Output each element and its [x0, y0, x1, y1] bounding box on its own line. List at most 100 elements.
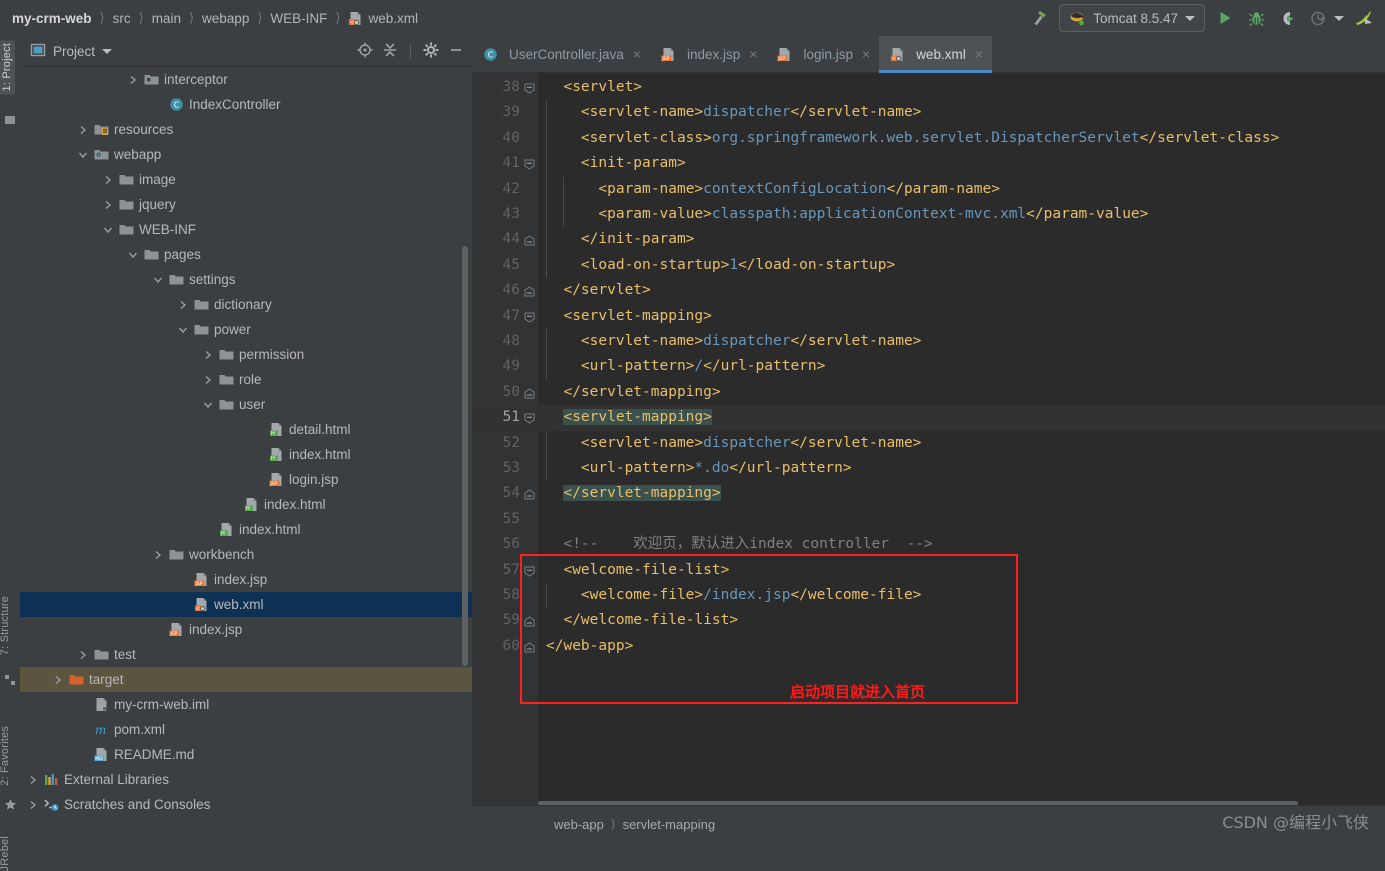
editor-breadcrumb-servletmapping[interactable]: servlet-mapping — [623, 817, 716, 832]
code-line[interactable]: <welcome-file-list> — [546, 558, 729, 583]
chevron-right-icon[interactable] — [52, 674, 64, 686]
tool-window-jrebel[interactable]: JRebel — [0, 836, 11, 871]
tree-node-power[interactable]: power — [20, 317, 472, 342]
close-icon[interactable]: × — [633, 47, 641, 61]
breadcrumb-item-webapp[interactable]: webapp — [198, 11, 253, 26]
run-with-coverage-button[interactable] — [1276, 7, 1298, 29]
code-viewport[interactable]: 38 <servlet> 39 <servlet-name>dispatcher<… — [472, 73, 1385, 807]
tree-node-index-html[interactable]: Hindex.html — [20, 517, 472, 542]
code-line[interactable]: <param-name>contextConfigLocation</param… — [546, 177, 1000, 202]
tree-node-my-crm-web-iml[interactable]: my-crm-web.iml — [20, 692, 472, 717]
project-structure-icon[interactable] — [4, 114, 16, 126]
code-line[interactable]: </welcome-file-list> — [546, 608, 738, 633]
tree-node-index-jsp[interactable]: JSP index.jsp — [20, 617, 472, 642]
locate-icon[interactable] — [357, 42, 373, 61]
code-line[interactable]: <load-on-startup>1</load-on-startup> — [546, 253, 895, 278]
tree-node-webapp[interactable]: webapp — [20, 142, 472, 167]
code-line[interactable]: <welcome-file>/index.jsp</welcome-file> — [546, 583, 921, 608]
fold-collapse-icon[interactable] — [524, 82, 535, 94]
chevron-right-icon[interactable] — [102, 199, 114, 211]
code-line[interactable]: </servlet> — [546, 278, 650, 303]
code-line[interactable]: <servlet> — [546, 75, 642, 100]
tree-node-detail-html[interactable]: Hdetail.html — [20, 417, 472, 442]
build-hammer-icon[interactable] — [1028, 7, 1050, 29]
fold-end-icon[interactable] — [524, 641, 535, 653]
fold-end-icon[interactable] — [524, 285, 535, 297]
tree-node-dictionary[interactable]: dictionary — [20, 292, 472, 317]
code-line[interactable]: <url-pattern>*.do</url-pattern> — [546, 456, 852, 481]
project-panel-title[interactable]: Project — [30, 42, 113, 61]
profile-chevron-down-icon[interactable] — [1334, 15, 1344, 21]
code-line[interactable]: </servlet-mapping> — [546, 481, 721, 506]
chevron-right-icon[interactable] — [27, 774, 39, 786]
editor-tab-index-jsp[interactable]: JSP index.jsp × — [650, 36, 766, 72]
tree-node-settings[interactable]: settings — [20, 267, 472, 292]
tree-node-jquery[interactable]: jquery — [20, 192, 472, 217]
tree-node-permission[interactable]: permission — [20, 342, 472, 367]
code-line[interactable]: <!-- 欢迎页，默认进入index controller --> — [546, 532, 932, 557]
tree-node-web-inf[interactable]: WEB-INF — [20, 217, 472, 242]
project-tree[interactable]: interceptor C IndexController resources weba… — [20, 67, 472, 843]
chevron-down-icon[interactable] — [177, 324, 189, 336]
chevron-down-icon[interactable] — [102, 48, 113, 54]
tool-window-structure[interactable]: 7: Structure — [0, 596, 11, 655]
tree-node-resources[interactable]: resources — [20, 117, 472, 142]
run-button[interactable] — [1214, 7, 1236, 29]
chevron-down-icon[interactable] — [152, 274, 164, 286]
breadcrumb-item-main[interactable]: main — [148, 11, 185, 26]
code-line[interactable]: <param-value>classpath:applicationContex… — [546, 202, 1148, 227]
chevron-right-icon[interactable] — [177, 299, 189, 311]
code-line[interactable]: </servlet-mapping> — [546, 380, 720, 405]
breadcrumb-item-webinf[interactable]: WEB-INF — [266, 11, 331, 26]
code-line[interactable]: <init-param> — [546, 151, 686, 176]
tree-node-indexcontroller[interactable]: C IndexController — [20, 92, 472, 117]
collapse-all-icon[interactable] — [382, 42, 398, 61]
tree-node-interceptor[interactable]: interceptor — [20, 67, 472, 92]
tree-node-scratches-and-consoles[interactable]: Scratches and Consoles — [20, 792, 472, 817]
code-line[interactable]: </init-param> — [546, 227, 695, 252]
code-line[interactable]: <servlet-mapping> — [546, 405, 712, 430]
editor-tab-bar[interactable]: C UserController.java × JSP index.jsp × JSP log… — [472, 36, 1385, 73]
tree-node-image[interactable]: image — [20, 167, 472, 192]
breadcrumb-item-project[interactable]: my-crm-web — [8, 11, 96, 26]
jrebel-run-icon[interactable] — [1353, 7, 1375, 29]
tree-node-index-html[interactable]: Hindex.html — [20, 492, 472, 517]
breadcrumb-item-webxml[interactable]: < web.xml — [344, 11, 422, 26]
editor-tab-web-xml[interactable]: < web.xml × — [879, 36, 992, 73]
chevron-right-icon[interactable] — [27, 799, 39, 811]
chevron-down-icon[interactable] — [77, 149, 89, 161]
chevron-down-icon[interactable] — [202, 399, 214, 411]
tree-node-test[interactable]: test — [20, 642, 472, 667]
tree-node-index-html[interactable]: Hindex.html — [20, 442, 472, 467]
tree-node-readme-md[interactable]: MD README.md — [20, 742, 472, 767]
code-line[interactable]: <servlet-name>dispatcher</servlet-name> — [546, 100, 921, 125]
fold-end-icon[interactable] — [524, 615, 535, 627]
star-icon[interactable] — [4, 798, 16, 810]
tree-node-user[interactable]: user — [20, 392, 472, 417]
project-tree-scrollbar[interactable] — [462, 246, 468, 666]
tree-node-web-xml[interactable]: < web.xml — [20, 592, 472, 617]
tool-window-project[interactable]: 1: Project — [0, 40, 15, 95]
debug-button[interactable] — [1245, 7, 1267, 29]
fold-collapse-icon[interactable] — [524, 412, 535, 424]
minimize-icon[interactable] — [448, 42, 464, 61]
close-icon[interactable]: × — [749, 47, 757, 61]
fold-end-icon[interactable] — [524, 234, 535, 246]
tree-node-workbench[interactable]: workbench — [20, 542, 472, 567]
chevron-right-icon[interactable] — [152, 549, 164, 561]
breadcrumb-item-src[interactable]: src — [109, 11, 135, 26]
chevron-right-icon[interactable] — [127, 74, 139, 86]
chevron-right-icon[interactable] — [102, 174, 114, 186]
chevron-right-icon[interactable] — [77, 649, 89, 661]
editor-tab-login-jsp[interactable]: JSP login.jsp × — [766, 36, 879, 72]
code-line[interactable]: <servlet-name>dispatcher</servlet-name> — [546, 431, 921, 456]
tree-node-login-jsp[interactable]: JSP login.jsp — [20, 467, 472, 492]
code-line[interactable]: <url-pattern>/</url-pattern> — [546, 354, 825, 379]
tree-node-external-libraries[interactable]: External Libraries — [20, 767, 472, 792]
chevron-down-icon[interactable] — [127, 249, 139, 261]
tree-node-pages[interactable]: pages — [20, 242, 472, 267]
fold-collapse-icon[interactable] — [524, 565, 535, 577]
fold-end-icon[interactable] — [524, 488, 535, 500]
code-line[interactable]: </web-app> — [546, 634, 633, 659]
structure-icon[interactable] — [4, 674, 16, 686]
